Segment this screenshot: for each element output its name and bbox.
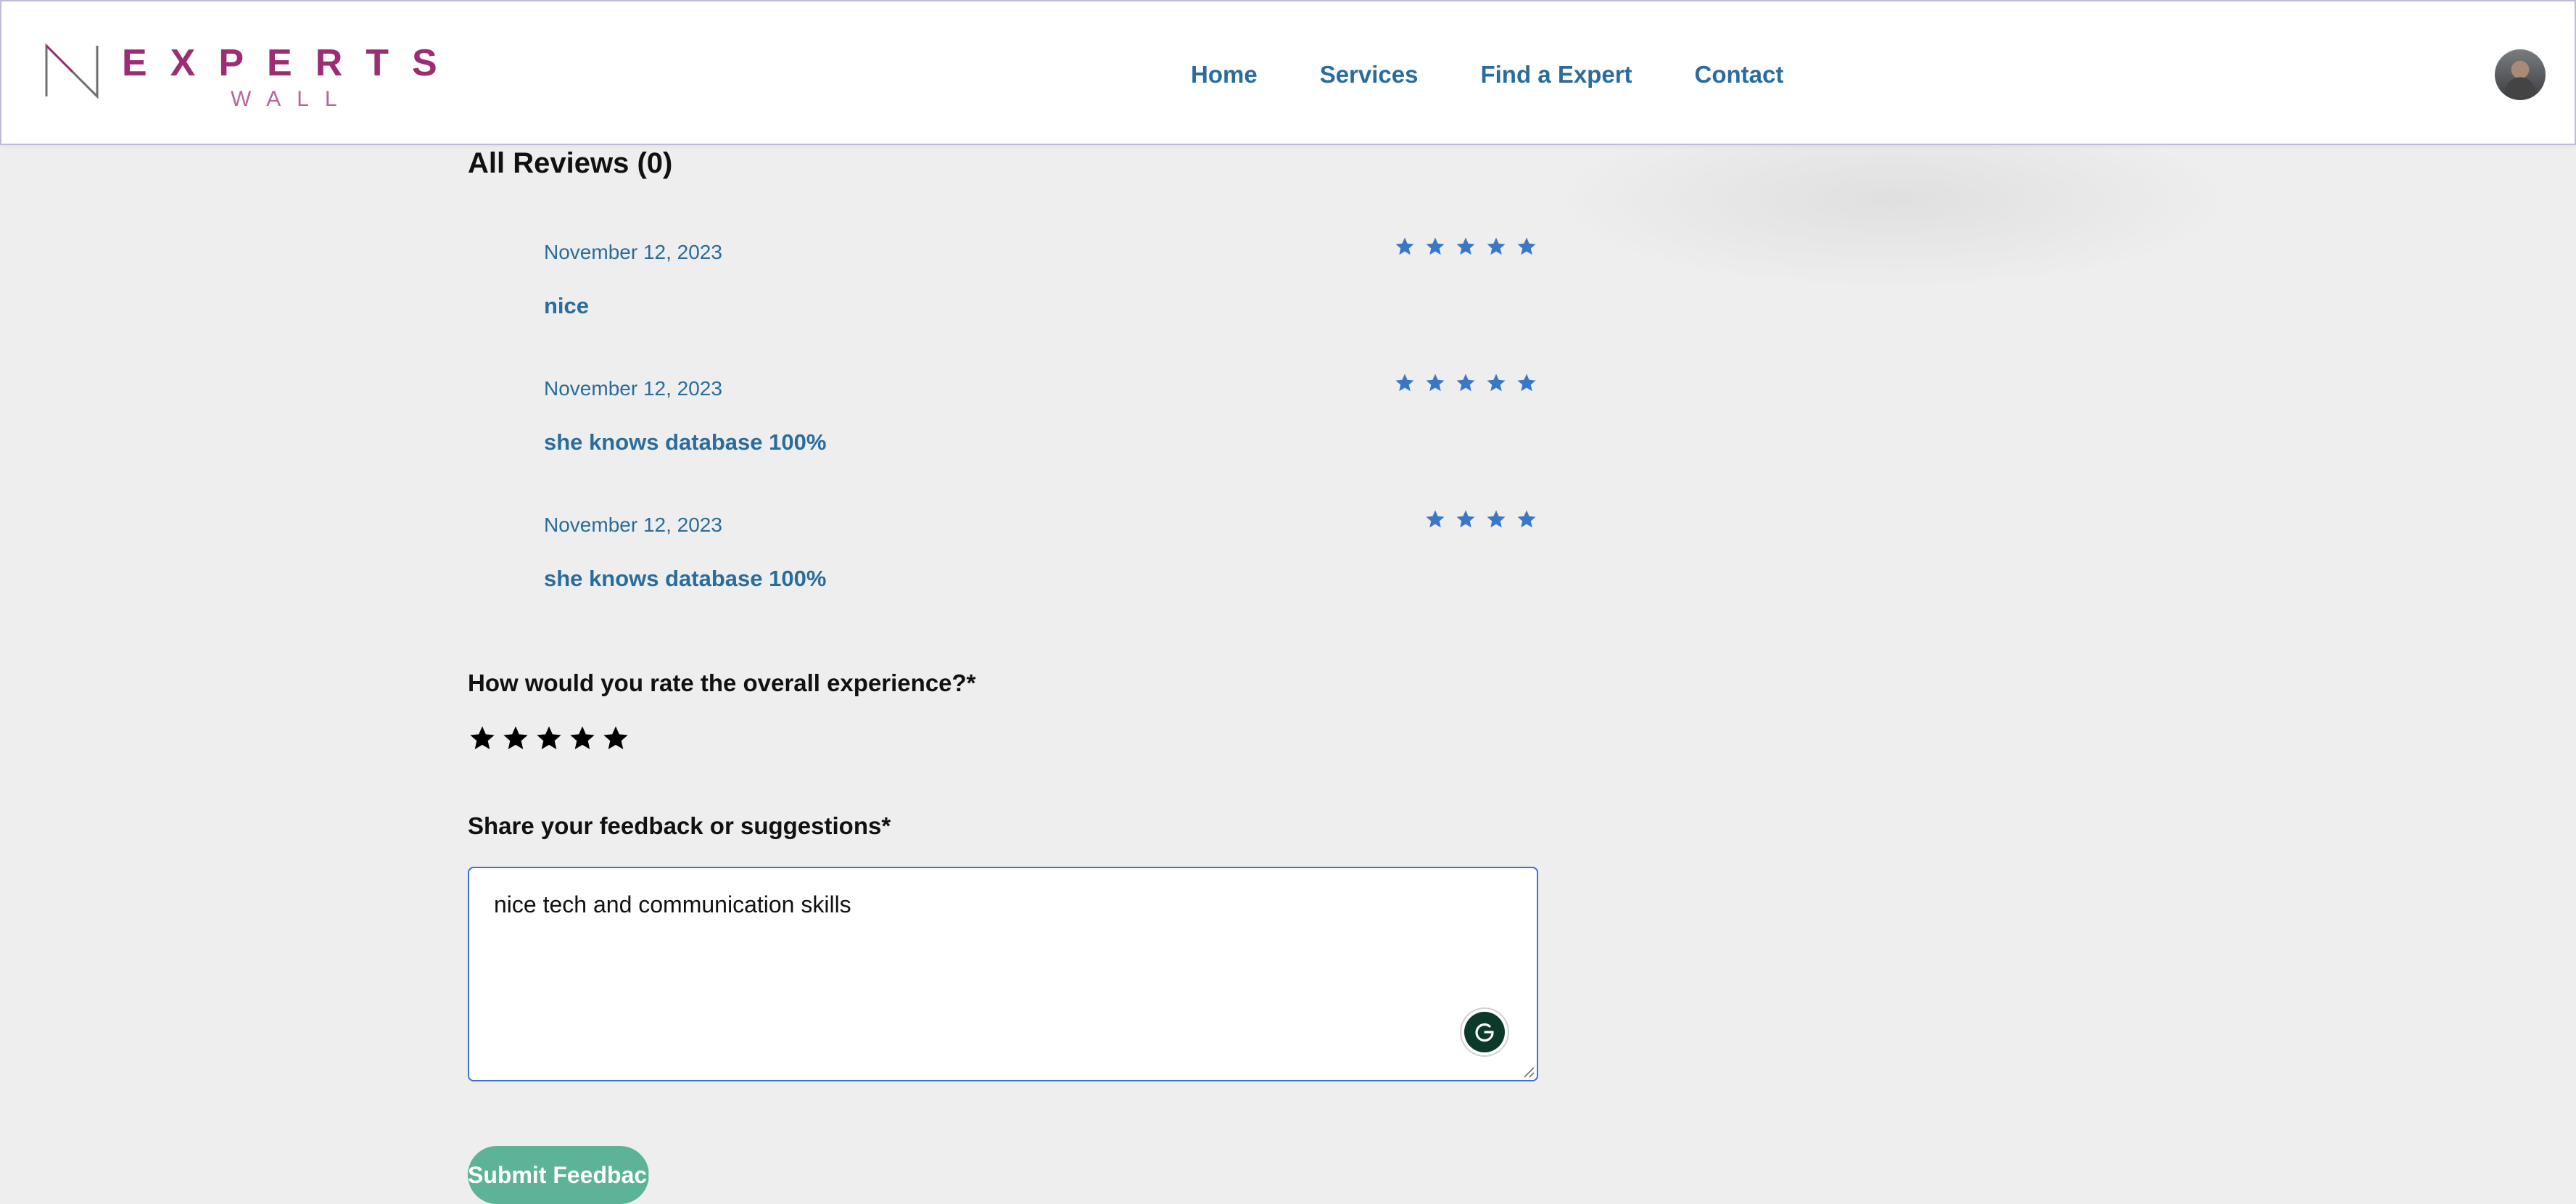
review-rating <box>1394 236 1537 257</box>
nav-services-link[interactable]: Services <box>1320 58 1419 91</box>
review-text: she knows database 100% <box>544 429 827 455</box>
star-icon <box>1395 237 1414 255</box>
nav-home-link[interactable]: Home <box>1191 58 1258 91</box>
star-icon <box>1456 237 1475 255</box>
review-item: November 12, 2023 nice <box>544 228 1537 337</box>
rating-input[interactable] <box>468 724 630 753</box>
nav-contact-link[interactable]: Contact <box>1695 58 1784 91</box>
rating-star-icon[interactable] <box>568 724 597 753</box>
star-icon <box>1487 374 1506 392</box>
star-icon <box>1456 510 1475 528</box>
brand-subtitle: WALL <box>231 87 353 111</box>
feedback-textarea[interactable] <box>468 867 1538 1081</box>
star-icon <box>1487 510 1506 528</box>
star-icon <box>1426 237 1445 255</box>
textarea-resize-handle[interactable] <box>1522 1065 1535 1078</box>
review-rating <box>1424 508 1537 530</box>
review-date: November 12, 2023 <box>544 514 722 536</box>
rating-star-icon[interactable] <box>601 724 630 753</box>
brand-name[interactable]: EXPERTS <box>122 44 461 83</box>
star-icon <box>1426 510 1445 528</box>
rating-question-label: How would you rate the overall experienc… <box>468 669 976 696</box>
grammarly-icon[interactable] <box>1464 1012 1505 1052</box>
rating-star-icon[interactable] <box>468 724 497 753</box>
review-rating <box>1394 372 1537 394</box>
star-icon <box>1517 237 1536 255</box>
star-icon <box>1456 374 1475 392</box>
review-item: November 12, 2023 she knows database 100… <box>544 501 1537 610</box>
star-icon <box>1487 237 1506 255</box>
star-icon <box>1426 374 1445 392</box>
logo-icon[interactable] <box>44 41 103 101</box>
submit-feedback-button[interactable]: Submit Feedback <box>468 1146 649 1204</box>
nav-find-expert-link[interactable]: Find a Expert <box>1480 58 1632 91</box>
review-item: November 12, 2023 she knows database 100… <box>544 365 1537 474</box>
main-nav: Home Services Find a Expert Contact <box>1191 58 1783 91</box>
reviews-title: All Reviews (0) <box>468 147 673 179</box>
feedback-label: Share your feedback or suggestions* <box>468 812 891 839</box>
site-header: EXPERTS WALL Home Services Find a Expert… <box>0 0 2576 145</box>
review-text: nice <box>544 293 590 318</box>
star-icon <box>1517 510 1536 528</box>
star-icon <box>1395 374 1414 392</box>
user-avatar[interactable] <box>2495 49 2546 100</box>
review-text: she knows database 100% <box>544 566 827 591</box>
star-icon <box>1517 374 1536 392</box>
review-date: November 12, 2023 <box>544 377 722 400</box>
rating-star-icon[interactable] <box>501 724 530 753</box>
review-date: November 12, 2023 <box>544 241 722 263</box>
rating-star-icon[interactable] <box>534 724 564 753</box>
